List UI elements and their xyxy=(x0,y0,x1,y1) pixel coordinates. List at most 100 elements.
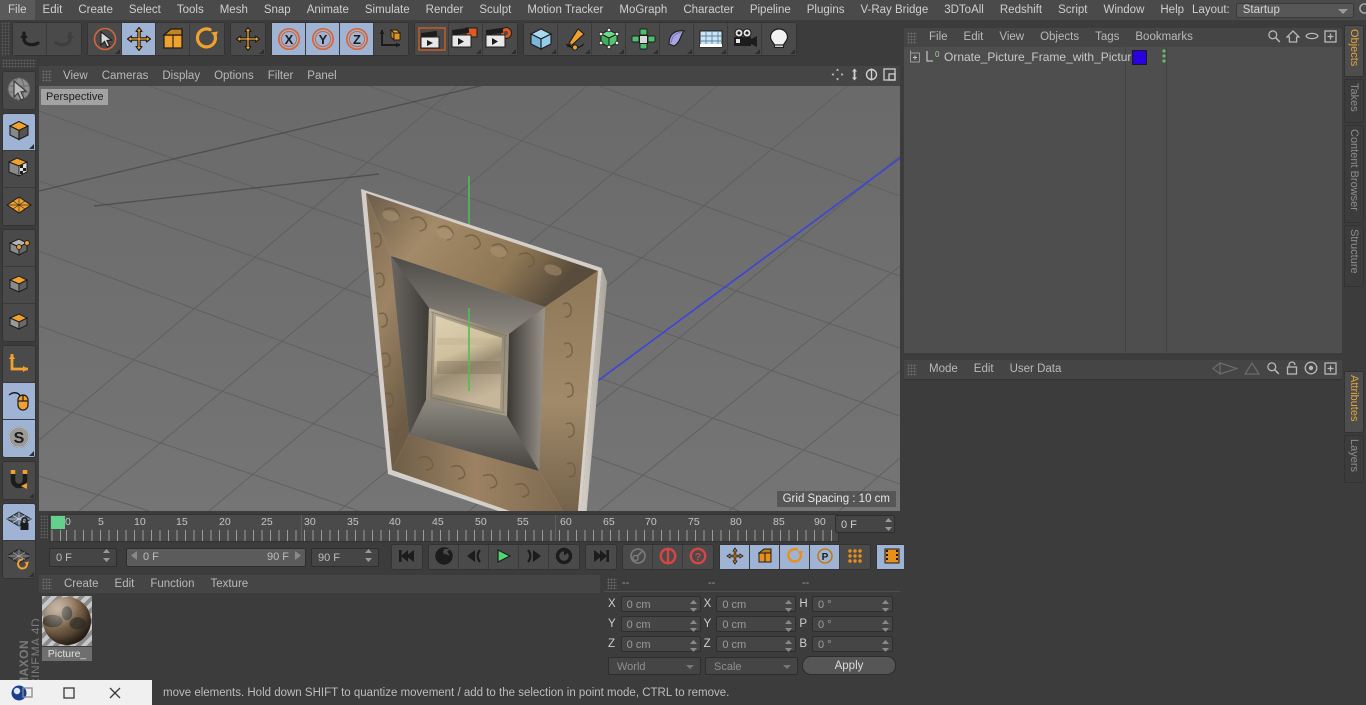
rotate-tool-button[interactable] xyxy=(190,23,224,55)
menu-item-create[interactable]: Create xyxy=(70,0,121,20)
play-loop-button[interactable] xyxy=(549,545,579,569)
spinner-icon[interactable] xyxy=(689,639,697,652)
coordinate-system-dropdown[interactable]: World xyxy=(608,656,701,675)
spinner-icon[interactable] xyxy=(689,599,697,612)
viewport-menu-filter[interactable]: Filter xyxy=(261,66,301,86)
attribute-menu-edit[interactable]: Edit xyxy=(966,360,1002,379)
object-menu-bookmarks[interactable]: Bookmarks xyxy=(1127,28,1201,47)
position-x-field[interactable]: 0 cm xyxy=(620,595,701,612)
menu-item-edit[interactable]: Edit xyxy=(35,0,71,20)
object-manager-grip[interactable] xyxy=(907,31,917,44)
material-menu-texture[interactable]: Texture xyxy=(202,575,256,593)
undo-button[interactable] xyxy=(13,23,47,55)
size-mode-dropdown[interactable]: Scale xyxy=(705,656,798,675)
menu-item-render[interactable]: Render xyxy=(418,0,472,20)
menu-item-plugins[interactable]: Plugins xyxy=(799,0,853,20)
camera-button[interactable] xyxy=(728,23,762,55)
menu-item-tools[interactable]: Tools xyxy=(169,0,212,20)
object-menu-view[interactable]: View xyxy=(991,28,1032,47)
current-frame-marker[interactable] xyxy=(51,516,65,529)
material-menu-function[interactable]: Function xyxy=(142,575,202,593)
material-manager-grip[interactable] xyxy=(42,578,52,590)
record-key-button[interactable] xyxy=(623,545,653,569)
x-axis-lock-button[interactable]: X xyxy=(272,23,306,55)
material-item[interactable]: Picture_ xyxy=(42,596,92,661)
spinner-icon[interactable] xyxy=(882,619,889,632)
viewport-grip[interactable] xyxy=(42,70,52,82)
live-selection-button[interactable] xyxy=(88,23,122,55)
menu-item-file[interactable]: File xyxy=(0,0,35,20)
spinner-icon[interactable] xyxy=(785,639,793,652)
rotation-key-toggle[interactable] xyxy=(780,545,810,569)
menu-item-3dtoall[interactable]: 3DToAll xyxy=(936,0,992,20)
tab-takes[interactable]: Takes xyxy=(1344,79,1364,123)
environment-button[interactable] xyxy=(694,23,728,55)
target-icon[interactable] xyxy=(1304,361,1318,378)
axis-modify-button[interactable] xyxy=(3,346,35,383)
timeline-toggle[interactable] xyxy=(877,545,907,569)
spinner-icon[interactable] xyxy=(882,639,889,652)
object-menu-edit[interactable]: Edit xyxy=(956,28,992,47)
timeline-start-spinner[interactable] xyxy=(103,549,110,565)
position-y-field[interactable]: 0 cm xyxy=(620,615,701,632)
object-manager-tree[interactable]: 0 Ornate_Picture_Frame_with_Picture xyxy=(904,47,1342,353)
model-mode-button[interactable] xyxy=(3,114,35,151)
lock-icon[interactable] xyxy=(1286,361,1298,378)
live-selection-mode-button[interactable] xyxy=(3,72,35,109)
go-to-end-button[interactable] xyxy=(586,545,616,569)
texture-mode-button[interactable] xyxy=(3,151,35,188)
cube-primitive-button[interactable] xyxy=(524,23,558,55)
menu-item-simulate[interactable]: Simulate xyxy=(357,0,418,20)
rotation-h-field[interactable]: 0 ° xyxy=(812,595,893,612)
position-z-field[interactable]: 0 cm xyxy=(620,635,701,652)
tab-objects[interactable]: Objects xyxy=(1344,25,1364,77)
layout-dropdown[interactable]: Startup xyxy=(1235,2,1354,18)
search-icon[interactable] xyxy=(1266,361,1280,378)
point-level-animation-toggle[interactable] xyxy=(840,545,870,569)
restore-window-button[interactable] xyxy=(46,680,92,705)
viewport-menu-panel[interactable]: Panel xyxy=(300,66,343,86)
ellipse-icon[interactable] xyxy=(1305,31,1319,44)
rotation-b-field[interactable]: 0 ° xyxy=(812,635,893,652)
menu-item-redshift[interactable]: Redshift xyxy=(992,0,1050,20)
material-menu-edit[interactable]: Edit xyxy=(107,575,143,593)
pan-view-icon[interactable] xyxy=(831,68,844,84)
magnet-button[interactable] xyxy=(3,462,35,499)
play-backwards-button[interactable] xyxy=(429,545,459,569)
spinner-icon[interactable] xyxy=(689,619,697,632)
search-icon[interactable] xyxy=(1357,1,1366,19)
rotation-p-field[interactable]: 0 ° xyxy=(812,615,893,632)
redo-button[interactable] xyxy=(47,23,81,55)
world-object-axis-button[interactable] xyxy=(374,23,408,55)
spinner-icon[interactable] xyxy=(785,619,793,632)
rotate-view-icon[interactable] xyxy=(865,68,878,84)
deformer-button[interactable] xyxy=(626,23,660,55)
expand-toggle-icon[interactable] xyxy=(909,50,923,64)
move-tool-button[interactable] xyxy=(122,23,156,55)
spline-pen-button[interactable] xyxy=(558,23,592,55)
light-button[interactable] xyxy=(762,23,796,55)
menu-item-sculpt[interactable]: Sculpt xyxy=(471,0,519,20)
render-view-button[interactable] xyxy=(415,23,449,55)
size-z-field[interactable]: 0 cm xyxy=(716,635,797,652)
history-back-icon[interactable] xyxy=(1212,361,1239,378)
current-frame-spinner[interactable] xyxy=(885,518,892,534)
menu-item-help[interactable]: Help xyxy=(1152,0,1192,20)
viewport-menu-view[interactable]: View xyxy=(56,66,95,86)
parameter-key-toggle[interactable]: P xyxy=(810,545,840,569)
object-row[interactable]: 0 Ornate_Picture_Frame_with_Picture xyxy=(904,47,1342,67)
tab-attributes[interactable]: Attributes xyxy=(1344,371,1364,433)
material-menu-create[interactable]: Create xyxy=(56,575,107,593)
timeline-range-bar[interactable]: 0 F 90 F xyxy=(126,547,306,567)
left-toolbar-grip[interactable] xyxy=(2,59,36,68)
spinner-icon[interactable] xyxy=(882,599,889,612)
timeline-end-spinner[interactable] xyxy=(365,549,372,565)
tab-content-browser[interactable]: Content Browser xyxy=(1344,125,1364,223)
material-tag[interactable] xyxy=(1132,49,1147,65)
size-x-field[interactable]: 0 cm xyxy=(716,595,797,612)
y-axis-lock-button[interactable]: Y xyxy=(306,23,340,55)
apply-button[interactable]: Apply xyxy=(802,656,896,675)
home-icon[interactable] xyxy=(1285,29,1301,46)
search-icon[interactable] xyxy=(1267,29,1281,46)
new-attribute-icon[interactable] xyxy=(1324,361,1337,378)
